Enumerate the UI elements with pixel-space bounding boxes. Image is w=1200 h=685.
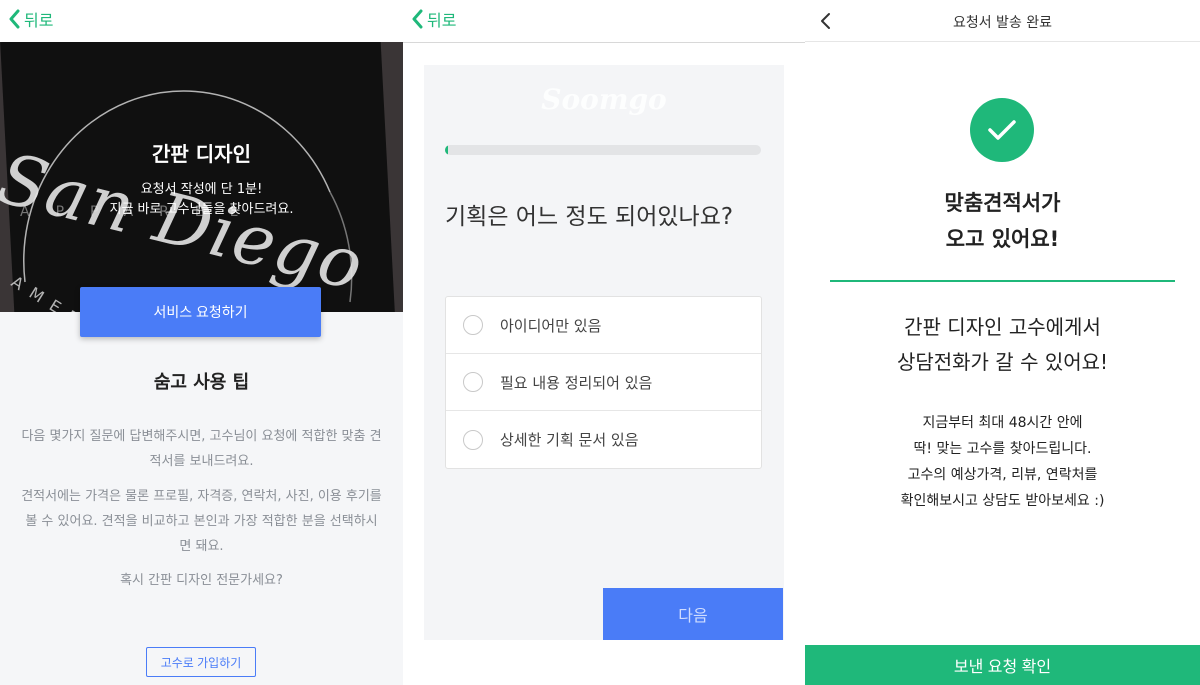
radio-button[interactable] [463,315,483,335]
expert-question: 혹시 간판 디자인 전문가세요? [120,573,283,588]
tips-title: 숨고 사용 팁 [153,372,250,393]
back-button[interactable]: 뒤로 [8,7,53,31]
headline-line2: 오고 있어요! [945,227,1060,251]
chevron-left-icon [9,9,20,29]
hero-banner: APPAREL AMER San Diego 간판 디자인 요청서 작성에 단 … [0,42,403,312]
divider [403,42,805,43]
message-line2: 상담전화가 갈 수 있어요! [896,350,1109,374]
question-card: Soomgo 기획은 어느 정도 되어있나요? 아이디어만 있음 필요 내용 정… [424,65,784,640]
service-intro-screen: 뒤로 APPAREL AMER San Diego 간판 디자인 요청서 작성에… [0,0,403,685]
page-title: 요청서 발송 완료 [952,15,1053,31]
top-bar: 뒤로 [0,0,403,42]
message-line1: 간판 디자인 고수에게서 [904,315,1101,339]
info-line3: 고수의 예상가격, 리뷰, 연락처를 [907,467,1098,483]
consult-message: 간판 디자인 고수에게서 상담전화가 갈 수 있어요! [805,310,1200,380]
hero-subtitle-line2: 지금 바로 고수님들을 찾아드려요. [109,202,294,217]
divider [830,280,1175,282]
check-icon [970,98,1034,162]
option-label: 아이디어만 있음 [500,316,602,335]
info-text: 지금부터 최대 48시간 안에 딱! 맞는 고수를 찾아드립니다. 고수의 예상… [805,410,1200,514]
progress-bar [445,145,761,155]
back-label: 뒤로 [427,11,457,30]
back-label: 뒤로 [24,11,54,30]
back-button[interactable]: 뒤로 [411,7,456,31]
chevron-left-icon [412,9,423,29]
question-text: 기획은 어느 정도 되어있나요? [445,204,734,230]
info-line4: 확인해보시고 상담도 받아보세요 :) [900,493,1105,509]
top-bar: 뒤로 [403,0,805,42]
option-idea-only[interactable]: 아이디어만 있음 [446,297,761,354]
tips-paragraph-2: 견적서에는 가격은 물론 프로필, 자격증, 연락처, 사진, 이용 후기를 볼… [21,489,382,554]
hero-subtitle: 요청서 작성에 단 1분! 지금 바로 고수님들을 찾아드려요. [0,180,403,220]
progress-fill [445,145,449,155]
info-line1: 지금부터 최대 48시간 안에 [922,415,1083,431]
hero-subtitle-line1: 요청서 작성에 단 1분! [140,182,263,197]
radio-button[interactable] [463,372,483,392]
next-button[interactable]: 다음 [603,588,783,640]
headline: 맞춤견적서가 오고 있어요! [805,185,1200,257]
option-content-organized[interactable]: 필요 내용 정리되어 있음 [446,354,761,411]
join-as-expert-button[interactable]: 고수로 가입하기 [146,647,256,677]
soomgo-logo: Soomgo [541,83,667,116]
info-line2: 딱! 맞는 고수를 찾아드립니다. [913,441,1092,457]
headline-line1: 맞춤견적서가 [944,191,1061,215]
answer-options: 아이디어만 있음 필요 내용 정리되어 있음 상세한 기획 문서 있음 [445,296,762,469]
top-bar: 요청서 발송 완료 [805,0,1200,42]
option-label: 필요 내용 정리되어 있음 [500,373,653,392]
option-detailed-document[interactable]: 상세한 기획 문서 있음 [446,411,761,468]
service-title: 간판 디자인 [152,142,251,166]
request-service-button[interactable]: 서비스 요청하기 [80,287,321,337]
radio-button[interactable] [463,429,483,450]
view-sent-request-button[interactable]: 보낸 요청 확인 [805,645,1200,685]
request-sent-screen: 요청서 발송 완료 맞춤견적서가 오고 있어요! 간판 디자인 고수에게서 상담… [805,0,1200,685]
tips-paragraph-1: 다음 몇가지 질문에 답변해주시면, 고수님이 요청에 적합한 맞춤 견적서를 … [21,429,382,469]
option-label: 상세한 기획 문서 있음 [500,431,639,449]
questionnaire-screen: 뒤로 Soomgo 기획은 어느 정도 되어있나요? 아이디어만 있음 필요 내… [403,0,805,685]
